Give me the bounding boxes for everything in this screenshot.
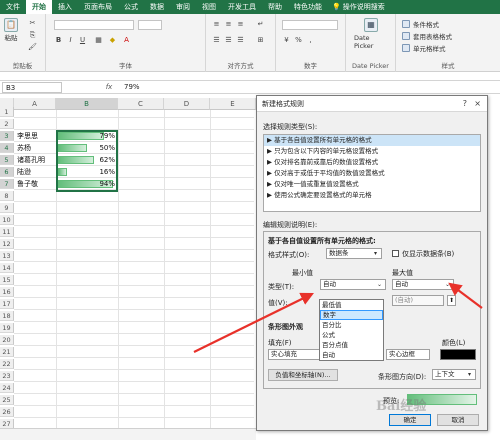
red-arrow-right [448,282,483,309]
watermark: Bai经验 [376,399,427,414]
red-arrow-left [193,292,314,353]
annotation-arrows [193,282,483,353]
